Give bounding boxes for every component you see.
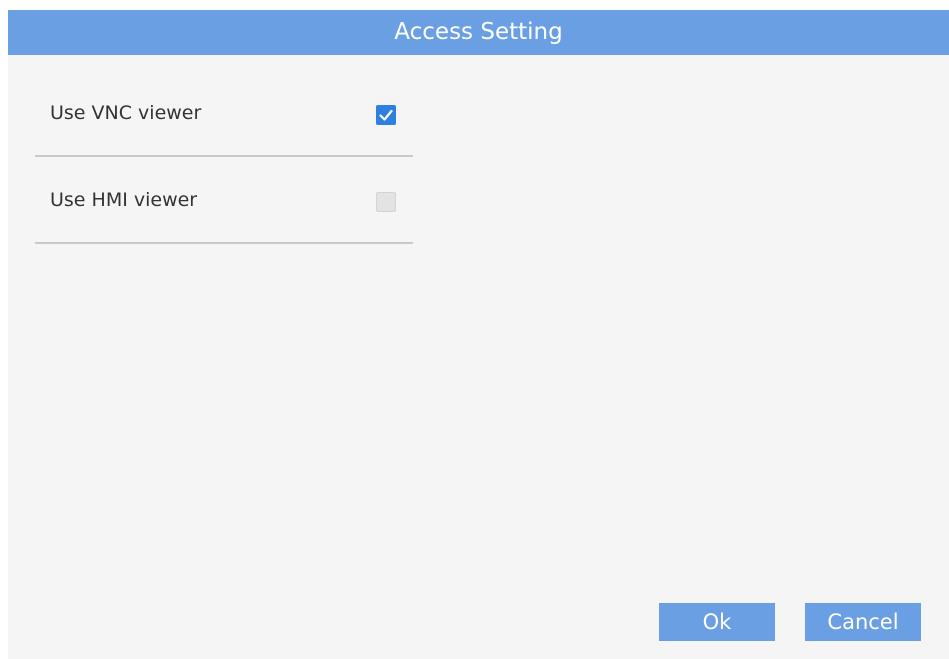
checkmark-icon — [379, 109, 393, 121]
ok-button[interactable]: Ok — [659, 603, 775, 641]
option-row-hmi-viewer: Use HMI viewer — [35, 182, 413, 244]
vnc-viewer-checkbox[interactable] — [376, 105, 396, 125]
cancel-button[interactable]: Cancel — [805, 603, 921, 641]
option-row-vnc-viewer: Use VNC viewer — [35, 95, 413, 157]
option-label-hmi-viewer: Use HMI viewer — [50, 189, 198, 211]
option-label-vnc-viewer: Use VNC viewer — [50, 102, 202, 124]
dialog-title: Access Setting — [8, 10, 949, 55]
access-setting-dialog: Access Setting Use VNC viewer Use HMI vi… — [8, 10, 949, 659]
hmi-viewer-checkbox[interactable] — [376, 192, 396, 212]
